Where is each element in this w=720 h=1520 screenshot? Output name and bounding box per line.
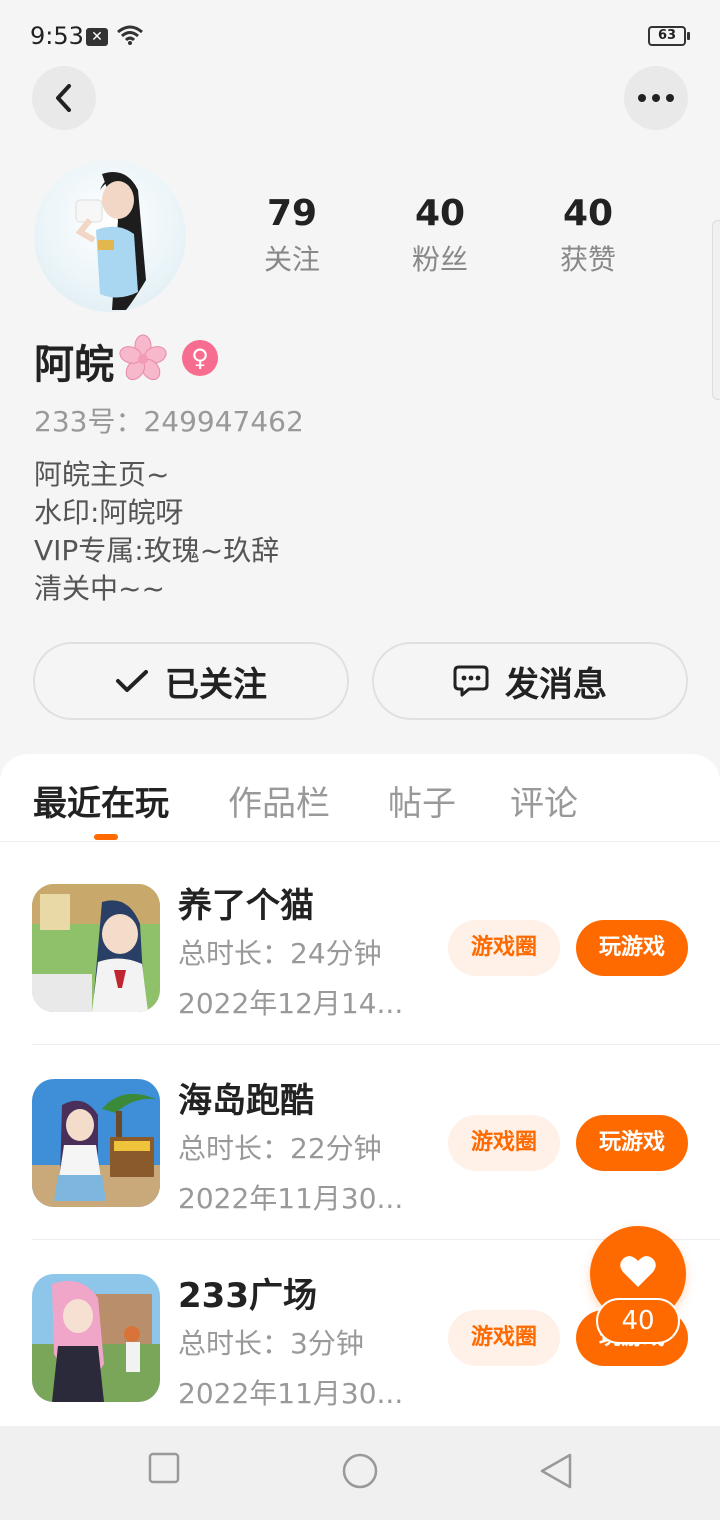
- system-nav-bar: [0, 1426, 720, 1520]
- message-button[interactable]: 发消息: [372, 642, 688, 720]
- bio-line: 水印:阿皖呀: [34, 496, 184, 529]
- more-dots-icon: [638, 94, 674, 102]
- profile-bio: 阿皖主页~ 水印:阿皖呀 VIP专属:玫瑰~玖辞 清关中~~: [34, 456, 279, 608]
- game-cover-image: [32, 1079, 160, 1207]
- stat-value: 40: [414, 193, 466, 234]
- back-arrow-icon: [56, 84, 71, 112]
- follow-button[interactable]: 已关注: [33, 642, 349, 720]
- tab-posts[interactable]: 帖子: [388, 776, 456, 825]
- play-game-button[interactable]: 玩游戏: [576, 1115, 688, 1171]
- game-circle-button[interactable]: 游戏圈: [448, 1310, 560, 1366]
- tab-indicator: [94, 834, 118, 840]
- status-time: 9:53: [30, 22, 84, 50]
- back-button[interactable]: [32, 66, 96, 130]
- gender-female-icon: ♀: [182, 340, 218, 376]
- stat-likes[interactable]: 40 获赞: [528, 192, 648, 280]
- game-name: 233广场: [178, 1276, 317, 1316]
- wifi-icon: [117, 25, 143, 45]
- game-cover-image: [32, 1274, 160, 1402]
- game-last-played: 2022年12月14...: [178, 987, 404, 1020]
- like-count-badge: 40: [596, 1298, 680, 1344]
- checkmark-icon: [116, 670, 148, 692]
- game-thumbnail[interactable]: [32, 884, 160, 1012]
- stat-followers[interactable]: 40 粉丝: [380, 192, 500, 280]
- game-circle-button[interactable]: 游戏圈: [448, 1115, 560, 1171]
- sakura-icon: [119, 334, 167, 381]
- avatar-illustration: [75, 172, 146, 310]
- game-circle-button[interactable]: 游戏圈: [448, 920, 560, 976]
- chat-bubble-icon: [453, 665, 489, 697]
- stat-label: 粉丝: [411, 243, 468, 276]
- message-button-label: 发消息: [505, 664, 607, 705]
- avatar[interactable]: [34, 160, 186, 312]
- game-list-item[interactable]: 海岛跑酷 总时长：22分钟 2022年11月30... 游戏圈 玩游戏: [0, 1045, 720, 1240]
- follow-button-label: 已关注: [165, 664, 267, 705]
- stat-label: 关注: [263, 243, 320, 276]
- tab-works[interactable]: 作品栏: [228, 776, 330, 825]
- profile-nickname: 阿皖: [34, 342, 114, 388]
- side-drawer-handle[interactable]: [712, 220, 720, 400]
- stat-value: 40: [562, 193, 614, 234]
- battery-indicator: 63: [648, 26, 690, 46]
- game-name: 海岛跑酷: [178, 1081, 314, 1121]
- stat-value: 79: [266, 193, 318, 234]
- nav-back-icon[interactable]: [538, 1452, 574, 1490]
- game-playtime: 总时长：24分钟: [178, 937, 382, 970]
- game-last-played: 2022年11月30...: [178, 1182, 404, 1215]
- tab-comments[interactable]: 评论: [510, 776, 578, 825]
- notification-icon: ✕: [86, 28, 108, 46]
- nav-home-icon[interactable]: [341, 1452, 379, 1490]
- game-thumbnail[interactable]: [32, 1079, 160, 1207]
- game-thumbnail[interactable]: [32, 1274, 160, 1402]
- play-game-button[interactable]: 玩游戏: [576, 920, 688, 976]
- game-cover-image: [32, 884, 160, 1012]
- stat-label: 获赞: [559, 243, 616, 276]
- more-options-button[interactable]: [624, 66, 688, 130]
- game-last-played: 2022年11月30...: [178, 1377, 404, 1410]
- nav-recents-icon[interactable]: [148, 1452, 180, 1484]
- bio-line: VIP专属:玫瑰~玖辞: [34, 534, 280, 567]
- bio-line: 清关中~~: [34, 572, 165, 605]
- status-bar: 9:53 ✕ 63: [0, 0, 720, 72]
- heart-icon: [620, 1256, 656, 1287]
- tab-bar: 最近在玩 作品栏 帖子 评论: [0, 754, 720, 842]
- game-playtime: 总时长：22分钟: [178, 1132, 382, 1165]
- bio-line: 阿皖主页~: [34, 458, 170, 491]
- user-id[interactable]: 233号：249947462: [34, 400, 304, 440]
- tab-recently-played[interactable]: 最近在玩: [33, 776, 169, 825]
- game-name: 养了个猫: [178, 886, 314, 926]
- stat-following[interactable]: 79 关注: [232, 192, 352, 280]
- game-playtime: 总时长：3分钟: [178, 1327, 364, 1360]
- game-list-item[interactable]: 养了个猫 总时长：24分钟 2022年12月14... 游戏圈 玩游戏: [0, 850, 720, 1045]
